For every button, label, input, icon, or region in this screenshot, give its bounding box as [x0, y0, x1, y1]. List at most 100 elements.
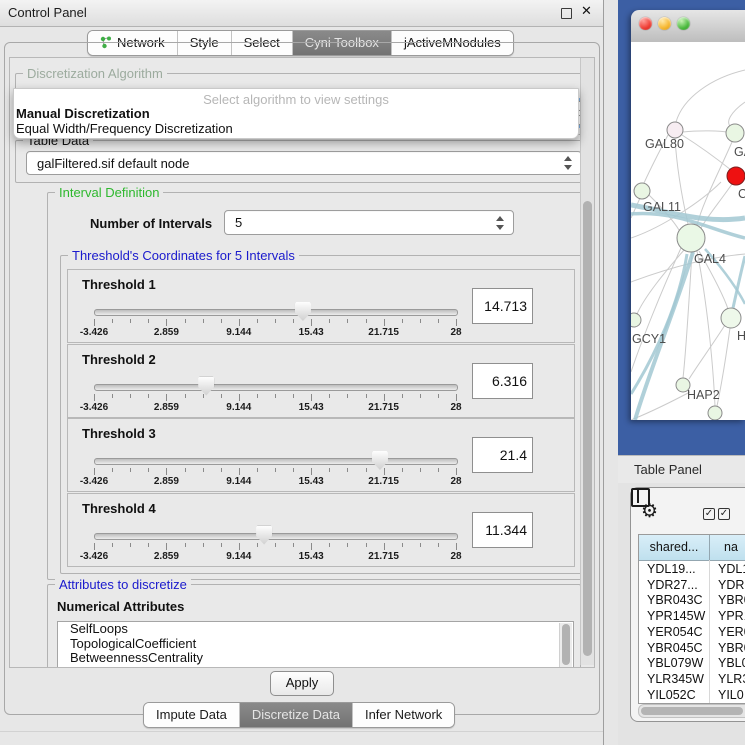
panel-scrollbar[interactable]	[580, 58, 594, 665]
network-node-c[interactable]	[727, 167, 745, 185]
node-table[interactable]: shared... na YDL19...YDL1YDR27...YDR2YBR…	[638, 534, 745, 704]
edge[interactable]	[676, 70, 745, 122]
slider-scale-labels: -3.4262.8599.14415.4321.71528	[94, 327, 456, 339]
tab-discretize-data[interactable]: Discretize Data	[240, 703, 353, 727]
slider-track[interactable]	[94, 533, 458, 540]
edge[interactable]	[689, 325, 725, 379]
algorithm-option[interactable]: Equal Width/Frequency Discretization	[16, 121, 233, 136]
network-node-gal80[interactable]	[667, 122, 683, 138]
tab-infer-network[interactable]: Infer Network	[353, 703, 454, 727]
cell-name[interactable]: YBL0	[718, 656, 745, 670]
list-scroll-thumb[interactable]	[562, 624, 570, 665]
attribute-list-item[interactable]: BetweennessCentrality	[58, 651, 573, 666]
cell-name[interactable]: YBR0	[718, 593, 745, 607]
cell-shared-name[interactable]: YPR145W	[647, 609, 705, 623]
cell-shared-name[interactable]: YBR045C	[647, 641, 703, 655]
scale-label: 9.144	[209, 402, 269, 413]
network-canvas[interactable]: GAL80GACGAL11GAL4GCY1HHAP2	[631, 42, 745, 420]
zoom-traffic-light[interactable]	[677, 17, 690, 30]
network-node-gal11[interactable]	[634, 183, 650, 199]
cytoscape-desktop: GAL80GACGAL11GAL4GCY1HHAP2	[618, 0, 745, 455]
num-intervals-combo[interactable]: 5	[224, 210, 514, 235]
checkbox-icon[interactable]: ✓	[718, 508, 730, 520]
minimize-traffic-light[interactable]	[658, 17, 671, 30]
attributes-list[interactable]: SelfLoopsTopologicalCoefficientBetweenne…	[57, 621, 574, 668]
table-row[interactable]: YBR045C YBR0	[639, 641, 745, 657]
table-row[interactable]: YBL079W YBL0	[639, 656, 745, 672]
edge[interactable]	[697, 142, 732, 225]
cell-name[interactable]: YPR1	[718, 609, 745, 623]
group-title: Attributes to discretize	[55, 577, 191, 592]
control-panel: Control Panel ✕ NetworkStyleSelectCyni T…	[0, 0, 603, 745]
table-row[interactable]: YPR145W YPR1	[639, 609, 745, 625]
column-header-name[interactable]: na	[710, 535, 745, 561]
threshold-value-field[interactable]: 6.316	[472, 363, 533, 399]
scale-label: 28	[426, 327, 486, 338]
threshold-value-field[interactable]: 21.4	[472, 437, 533, 473]
float-window-icon[interactable]	[561, 8, 572, 19]
tab-impute-data[interactable]: Impute Data	[144, 703, 240, 727]
scale-label: -3.426	[64, 327, 124, 338]
right-region: GAL80GACGAL11GAL4GCY1HHAP2 Table Panel ⚙…	[618, 0, 745, 745]
table-data-combo[interactable]: galFiltered.sif default node	[26, 151, 582, 175]
cell-name[interactable]: YIL0	[718, 688, 744, 702]
column-header-shared-name[interactable]: shared...	[639, 535, 710, 561]
slider-track[interactable]	[94, 458, 458, 465]
network-node-gcy1[interactable]	[631, 313, 641, 327]
cell-name[interactable]: YBR0	[718, 641, 745, 655]
cell-name[interactable]: YDR2	[718, 578, 745, 592]
cell-name[interactable]: YER0	[718, 625, 745, 639]
edge[interactable]	[682, 135, 731, 170]
cell-shared-name[interactable]: YBR043C	[647, 593, 703, 607]
network-node-gal4[interactable]	[677, 224, 705, 252]
panel-scroll-thumb[interactable]	[583, 201, 592, 656]
table-row[interactable]: YBR043C YBR0	[639, 593, 745, 609]
network-window-titlebar[interactable]	[631, 10, 745, 43]
edge[interactable]	[683, 131, 727, 132]
edge[interactable]	[729, 102, 745, 127]
slider-track[interactable]	[94, 384, 458, 391]
algorithm-option[interactable]: Manual Discretization	[16, 106, 150, 121]
table-row[interactable]: YLR345W YLR3	[639, 672, 745, 688]
slider-scale-labels: -3.4262.8599.14415.4321.71528	[94, 476, 456, 488]
node-label: GAL4	[694, 252, 726, 266]
list-scrollbar[interactable]	[559, 623, 572, 667]
network-node-h[interactable]	[721, 308, 741, 328]
table-hscrollbar[interactable]	[638, 704, 745, 718]
slider-track[interactable]	[94, 309, 458, 316]
cell-name[interactable]: YLR3	[718, 672, 745, 686]
threshold-value-field[interactable]: 11.344	[472, 512, 533, 548]
slider-ticks	[94, 394, 456, 401]
close-icon[interactable]: ✕	[581, 3, 592, 19]
table-row[interactable]: YDL19... YDL1	[639, 562, 745, 578]
cell-shared-name[interactable]: YDR27...	[647, 578, 698, 592]
network-node-ga[interactable]	[726, 124, 744, 142]
scale-label: 28	[426, 551, 486, 562]
cell-shared-name[interactable]: YLR345W	[647, 672, 704, 686]
cell-shared-name[interactable]: YBL079W	[647, 656, 703, 670]
attribute-list-item[interactable]: SelfLoops	[58, 622, 573, 637]
threshold-panel: Threshold 1-3.4262.8599.14415.4321.71528…	[67, 269, 575, 343]
group-title: Threshold's Coordinates for 5 Intervals	[68, 248, 299, 263]
scale-label: 15.43	[281, 551, 341, 562]
table-hscroll-thumb[interactable]	[641, 707, 743, 715]
table-panel-title: Table Panel	[634, 462, 702, 477]
apply-button[interactable]: Apply	[270, 671, 334, 696]
cell-name[interactable]: YDL1	[718, 562, 745, 576]
table-row[interactable]: YIL052C YIL0	[639, 688, 745, 704]
network-node[interactable]	[708, 406, 722, 420]
gear-icon[interactable]: ⚙	[641, 500, 658, 523]
cell-shared-name[interactable]: YER054C	[647, 625, 703, 639]
table-row[interactable]: YER054C YER0	[639, 625, 745, 641]
threshold-label: Threshold 2	[82, 352, 156, 367]
close-traffic-light[interactable]	[639, 17, 652, 30]
threshold-value-field[interactable]: 14.713	[472, 288, 533, 324]
checkbox-icon[interactable]: ✓	[703, 508, 715, 520]
cell-shared-name[interactable]: YIL052C	[647, 688, 696, 702]
table-row[interactable]: YDR27... YDR2	[639, 578, 745, 594]
scale-label: 21.715	[354, 327, 414, 338]
attribute-list-item[interactable]: TopologicalCoefficient	[58, 637, 573, 652]
node-label: HAP2	[687, 388, 720, 402]
control-panel-titlebar: Control Panel ✕	[0, 0, 603, 27]
cell-shared-name[interactable]: YDL19...	[647, 562, 696, 576]
